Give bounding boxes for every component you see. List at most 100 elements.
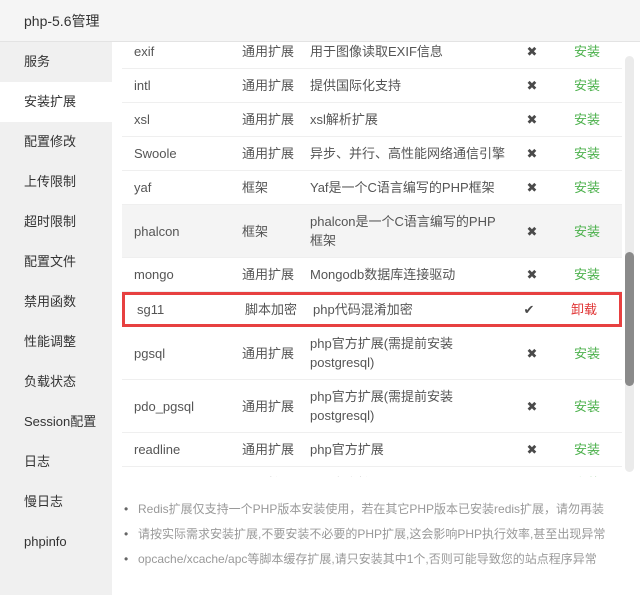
action-cell: 安装 [552, 110, 622, 129]
extension-row-sg11: sg11脚本加密php代码混淆加密✔卸载 [122, 292, 622, 327]
action-cell: 安装 [552, 474, 622, 477]
status-cell: ✖ [512, 178, 552, 197]
status-not-installed-icon: ✖ [527, 146, 538, 161]
extension-type: 脚本加密 [245, 300, 313, 319]
install-button[interactable]: 安装 [574, 112, 600, 127]
extension-row-pgsql: pgsql通用扩展php官方扩展(需提前安装postgresql)✖安装 [122, 327, 622, 380]
sidebar-item-conf-file[interactable]: 配置文件 [0, 242, 112, 282]
status-not-installed-icon: ✖ [527, 476, 538, 477]
extension-type: 通用扩展 [242, 474, 310, 477]
install-button[interactable]: 安装 [574, 442, 600, 457]
install-button[interactable]: 安装 [574, 44, 600, 59]
sidebar: 服务安装扩展配置修改上传限制超时限制配置文件禁用函数性能调整负载状态Sessio… [0, 42, 112, 595]
status-cell: ✖ [512, 144, 552, 163]
sidebar-item-slow-log[interactable]: 慢日志 [0, 482, 112, 522]
extension-type: 通用扩展 [242, 110, 310, 129]
note-item: 请按实际需求安装扩展,不要安装不必要的PHP扩展,这会影响PHP执行效率,甚至出… [124, 522, 629, 547]
extension-row-pdo_pgsql: pdo_pgsql通用扩展php官方扩展(需提前安装postgresql)✖安装 [122, 380, 622, 433]
action-cell: 安装 [552, 397, 622, 416]
sidebar-item-log[interactable]: 日志 [0, 442, 112, 482]
page-title: php-5.6管理 [24, 11, 99, 31]
action-cell: 安装 [552, 344, 622, 363]
install-button[interactable]: 安装 [574, 224, 600, 239]
sidebar-item-upload[interactable]: 上传限制 [0, 162, 112, 202]
sidebar-item-load-status[interactable]: 负载状态 [0, 362, 112, 402]
extension-desc: Mongodb数据库连接驱动 [310, 265, 512, 284]
extension-desc: php官方扩展(需提前安装postgresql) [310, 334, 512, 372]
extension-row-intl: intl通用扩展提供国际化支持 ✖ 安装 [122, 69, 622, 103]
extension-type: 通用扩展 [242, 265, 310, 284]
extension-row: 通用扩展php官方扩展 ✖ 安装 [122, 467, 622, 477]
sidebar-item-extensions[interactable]: 安装扩展 [0, 82, 112, 122]
extension-row-Swoole: Swoole通用扩展异步、并行、高性能网络通信引擎 ✖ 安装 [122, 137, 622, 171]
extension-name: readline [122, 440, 242, 459]
sidebar-item-session[interactable]: Session配置 [0, 402, 112, 442]
scrollbar-track[interactable] [625, 56, 634, 472]
extension-desc: Yaf是一个C语言编写的PHP框架 [310, 178, 512, 197]
extension-type: 通用扩展 [242, 344, 310, 363]
extension-desc: php官方扩展(需提前安装postgresql) [310, 387, 512, 425]
sidebar-item-performance[interactable]: 性能调整 [0, 322, 112, 362]
install-button[interactable]: 安装 [574, 78, 600, 93]
status-cell: ✔ [509, 300, 549, 319]
extension-desc: 用于图像读取EXIF信息 [310, 42, 512, 61]
status-cell: ✖ [512, 440, 552, 459]
sidebar-item-config[interactable]: 配置修改 [0, 122, 112, 162]
install-button[interactable]: 安装 [574, 267, 600, 282]
extension-type: 通用扩展 [242, 440, 310, 459]
extensions-table: exif通用扩展用于图像读取EXIF信息✖安装intl通用扩展提供国际化支持✖安… [122, 42, 622, 477]
status-cell: ✖ [512, 222, 552, 241]
extension-name: phalcon [122, 222, 242, 241]
status-not-installed-icon: ✖ [527, 180, 538, 195]
extension-type: 通用扩展 [242, 76, 310, 95]
action-cell: 安装 [552, 144, 622, 163]
note-item: opcache/xcache/apc等脚本缓存扩展,请只安装其中1个,否则可能导… [124, 547, 629, 572]
status-installed-icon: ✔ [524, 302, 535, 317]
action-cell: 安装 [552, 178, 622, 197]
status-cell: ✖ [512, 76, 552, 95]
extension-type: 通用扩展 [242, 42, 310, 61]
content-panel: exif通用扩展用于图像读取EXIF信息✖安装intl通用扩展提供国际化支持✖安… [112, 42, 640, 595]
extension-type: 框架 [242, 222, 310, 241]
extension-name: yaf [122, 178, 242, 197]
install-button[interactable]: 安装 [574, 146, 600, 161]
extension-name: Swoole [122, 144, 242, 163]
status-not-installed-icon: ✖ [527, 442, 538, 457]
extension-row-yaf: yaf框架Yaf是一个C语言编写的PHP框架✖安装 [122, 171, 622, 205]
extension-desc: xsl解析扩展 [310, 110, 512, 129]
status-cell: ✖ [512, 265, 552, 284]
sidebar-item-phpinfo[interactable]: phpinfo [0, 522, 112, 562]
sidebar-item-disabled-functions[interactable]: 禁用函数 [0, 282, 112, 322]
install-button[interactable]: 安装 [574, 399, 600, 414]
extension-desc: 提供国际化支持 [310, 76, 512, 95]
status-cell: ✖ [512, 474, 552, 477]
action-cell: 安装 [552, 222, 622, 241]
extension-name: xsl [122, 110, 242, 129]
install-button[interactable]: 安装 [574, 346, 600, 361]
note-item: Redis扩展仅支持一个PHP版本安装使用，若在其它PHP版本已安装redis扩… [124, 497, 629, 522]
extension-name: sg11 [125, 300, 245, 319]
uninstall-button[interactable]: 卸载 [571, 302, 597, 317]
status-cell: ✖ [512, 397, 552, 416]
status-not-installed-icon: ✖ [527, 44, 538, 59]
window-title-bar: php-5.6管理 [0, 0, 640, 42]
status-not-installed-icon: ✖ [527, 112, 538, 127]
install-button[interactable]: 安装 [574, 476, 600, 477]
extension-desc: phalcon是一个C语言编写的PHP框架 [310, 212, 512, 250]
extension-name: intl [122, 76, 242, 95]
action-cell: 卸载 [549, 300, 619, 319]
extension-row-readline: readline通用扩展php官方扩展 ✖ 安装 [122, 433, 622, 467]
install-button[interactable]: 安装 [574, 180, 600, 195]
extension-name: exif [122, 42, 242, 61]
extension-desc: php官方扩展 [310, 440, 512, 459]
sidebar-item-service[interactable]: 服务 [0, 42, 112, 82]
status-not-installed-icon: ✖ [527, 224, 538, 239]
status-cell: ✖ [512, 42, 552, 61]
extension-type: 通用扩展 [242, 144, 310, 163]
scrollbar-thumb[interactable] [625, 252, 634, 386]
status-not-installed-icon: ✖ [527, 78, 538, 93]
sidebar-item-timeout[interactable]: 超时限制 [0, 202, 112, 242]
extension-desc: 异步、并行、高性能网络通信引擎 [310, 144, 512, 163]
action-cell: 安装 [552, 42, 622, 61]
extension-desc: php官方扩展 [310, 474, 512, 477]
